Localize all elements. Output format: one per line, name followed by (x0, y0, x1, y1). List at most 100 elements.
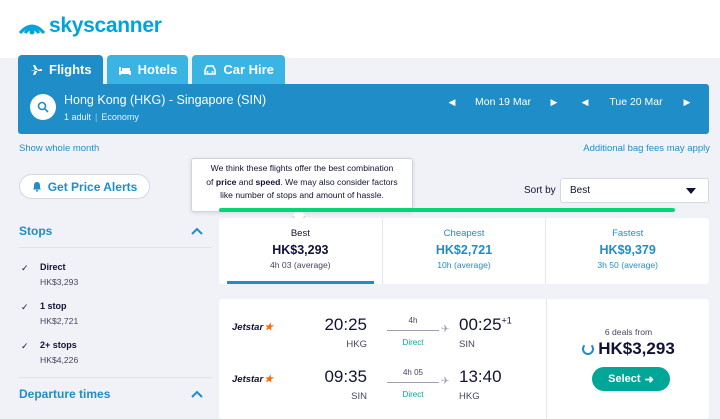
summary-price: HK$9,379 (599, 243, 656, 257)
best-tooltip: We think these flights offer the best co… (191, 158, 413, 212)
price-alerts-label: Get Price Alerts (47, 179, 138, 194)
stop-name: 2+ stops (40, 340, 77, 350)
product-tabs: Flights Hotels Car Hire (18, 55, 285, 84)
tooltip-line: like number of stops and amount of hassl… (220, 190, 384, 200)
show-whole-month-link[interactable]: Show whole month (19, 143, 99, 154)
plane-icon: ✈ (441, 324, 450, 335)
airline-logo: Jetstar ★ (232, 322, 273, 333)
arrival-time: 13:40 (459, 367, 502, 387)
cabin-class: Economy (101, 112, 139, 122)
tooltip-text: of (206, 176, 214, 187)
arrival-airport: SIN (459, 339, 475, 350)
tab-flights[interactable]: Flights (18, 55, 103, 84)
star-icon: ★ (264, 322, 274, 333)
tab-car-hire[interactable]: Car Hire (192, 55, 285, 84)
price-panel: 6 deals from HK$3,293 Select ➜ (546, 299, 709, 419)
departure-times-filter-title[interactable]: Departure times (19, 387, 110, 401)
divider (19, 247, 212, 248)
stop-price: HK$4,226 (40, 355, 79, 365)
flight-result-card[interactable]: Jetstar ★ 20:25 HKG 4h ✈ Direct 00:25+1 S… (219, 299, 709, 419)
search-button[interactable] (30, 94, 56, 120)
car-icon (204, 64, 217, 75)
tab-fastest[interactable]: Fastest HK$9,379 3h 50 (average) (545, 218, 709, 284)
result-price: HK$3,293 (547, 339, 710, 359)
loading-spinner-icon (582, 343, 595, 355)
deals-count: 6 deals from (604, 327, 653, 337)
stops-label: Direct (402, 338, 424, 347)
checkmark-icon[interactable]: ✓ (21, 302, 29, 313)
divider (19, 377, 212, 378)
tab-label: Car Hire (223, 62, 274, 77)
arrival-airport: HKG (459, 391, 480, 402)
prev-depart-date-button[interactable]: ◀ (445, 97, 459, 108)
airline-name: Jetstar (232, 374, 264, 385)
search-summary-bar[interactable]: Hong Kong (HKG) - Singapore (SIN) 1 adul… (18, 84, 709, 134)
separator: | (95, 112, 98, 122)
brand-name: skyscanner (49, 14, 162, 37)
plane-icon: ✈ (441, 376, 450, 387)
chevron-up-icon[interactable] (191, 227, 203, 235)
return-leg: Jetstar ★ 09:35 SIN 4h 05 ✈ Direct 13:40 … (219, 363, 546, 415)
stops-filter-title[interactable]: Stops (19, 224, 52, 238)
summary-time: 4h 03 (average) (269, 260, 331, 270)
select-label: Select (608, 373, 641, 385)
departure-time: 20:25 (324, 315, 367, 334)
return-date-picker: ◀ Tue 20 Mar ▶ (578, 96, 694, 108)
outbound-leg: Jetstar ★ 20:25 HKG 4h ✈ Direct 00:25+1 S… (219, 311, 546, 363)
tab-best[interactable]: Best HK$3,293 4h 03 (average) (219, 218, 382, 284)
stop-price: HK$3,293 (40, 277, 79, 287)
summary-label: Cheapest (443, 228, 485, 239)
tab-cheapest[interactable]: Cheapest HK$2,721 10h (average) (381, 218, 546, 284)
summary-price: HK$3,293 (272, 243, 329, 257)
sunrise-logo-icon (18, 24, 46, 35)
tooltip-bold-speed: speed (255, 176, 281, 187)
sort-by-dropdown[interactable]: Best (560, 178, 709, 203)
passengers: 1 adult (64, 112, 92, 122)
results-progress-bar (219, 208, 675, 212)
summary-label: Fastest (612, 228, 644, 239)
checkmark-icon[interactable]: ✓ (21, 341, 29, 352)
route-line (387, 382, 439, 383)
header: skyscanner (0, 0, 720, 58)
next-return-date-button[interactable]: ▶ (680, 97, 694, 108)
next-depart-date-button[interactable]: ▶ (547, 97, 561, 108)
route-text: Hong Kong (HKG) - Singapore (SIN) (64, 93, 267, 107)
price-value: HK$3,293 (598, 339, 675, 358)
sort-value: Best (570, 185, 591, 196)
arrival-time-value: 00:25 (459, 315, 502, 334)
return-date[interactable]: Tue 20 Mar (592, 96, 680, 108)
route-line (387, 330, 439, 331)
get-price-alerts-button[interactable]: Get Price Alerts (19, 174, 150, 199)
tooltip-text: . We may also consider factors (280, 176, 398, 187)
tooltip-bold-price: price (215, 176, 237, 187)
summary-label: Best (290, 228, 310, 239)
bag-fees-link[interactable]: Additional bag fees may apply (583, 143, 710, 154)
depart-date-picker: ◀ Mon 19 Mar ▶ (445, 96, 561, 108)
bed-icon (118, 66, 131, 75)
depart-date[interactable]: Mon 19 Mar (459, 96, 547, 108)
summary-time: 10h (average) (437, 260, 491, 270)
airline-name: Jetstar (232, 322, 264, 333)
airline-logo: Jetstar ★ (232, 374, 273, 385)
sort-summary-tabs: Best HK$3,293 4h 03 (average) Cheapest H… (219, 218, 709, 284)
prev-return-date-button[interactable]: ◀ (578, 97, 592, 108)
search-icon (37, 101, 49, 113)
skyscanner-logo[interactable]: skyscanner (18, 14, 162, 38)
stop-name: 1 stop (40, 301, 67, 311)
trip-details: 1 adult | Economy (64, 112, 139, 122)
select-button[interactable]: Select ➜ (592, 367, 670, 391)
arrow-right-icon: ➜ (644, 373, 654, 386)
departure-time: 09:35 (324, 367, 367, 386)
departure-airport: HKG (346, 339, 367, 350)
summary-price: HK$2,721 (435, 243, 493, 257)
star-icon: ★ (264, 374, 274, 385)
stop-name: Direct (40, 262, 66, 272)
tooltip-line: of price and speed. We may also consider… (196, 176, 408, 190)
arrival-time: 00:25+1 (459, 315, 512, 335)
checkmark-icon[interactable]: ✓ (21, 263, 29, 274)
tab-label: Flights (49, 62, 92, 77)
caret-down-icon (686, 188, 696, 194)
chevron-up-icon[interactable] (191, 390, 203, 398)
summary-time: 3h 50 (average) (597, 260, 659, 270)
tab-hotels[interactable]: Hotels (106, 55, 189, 84)
